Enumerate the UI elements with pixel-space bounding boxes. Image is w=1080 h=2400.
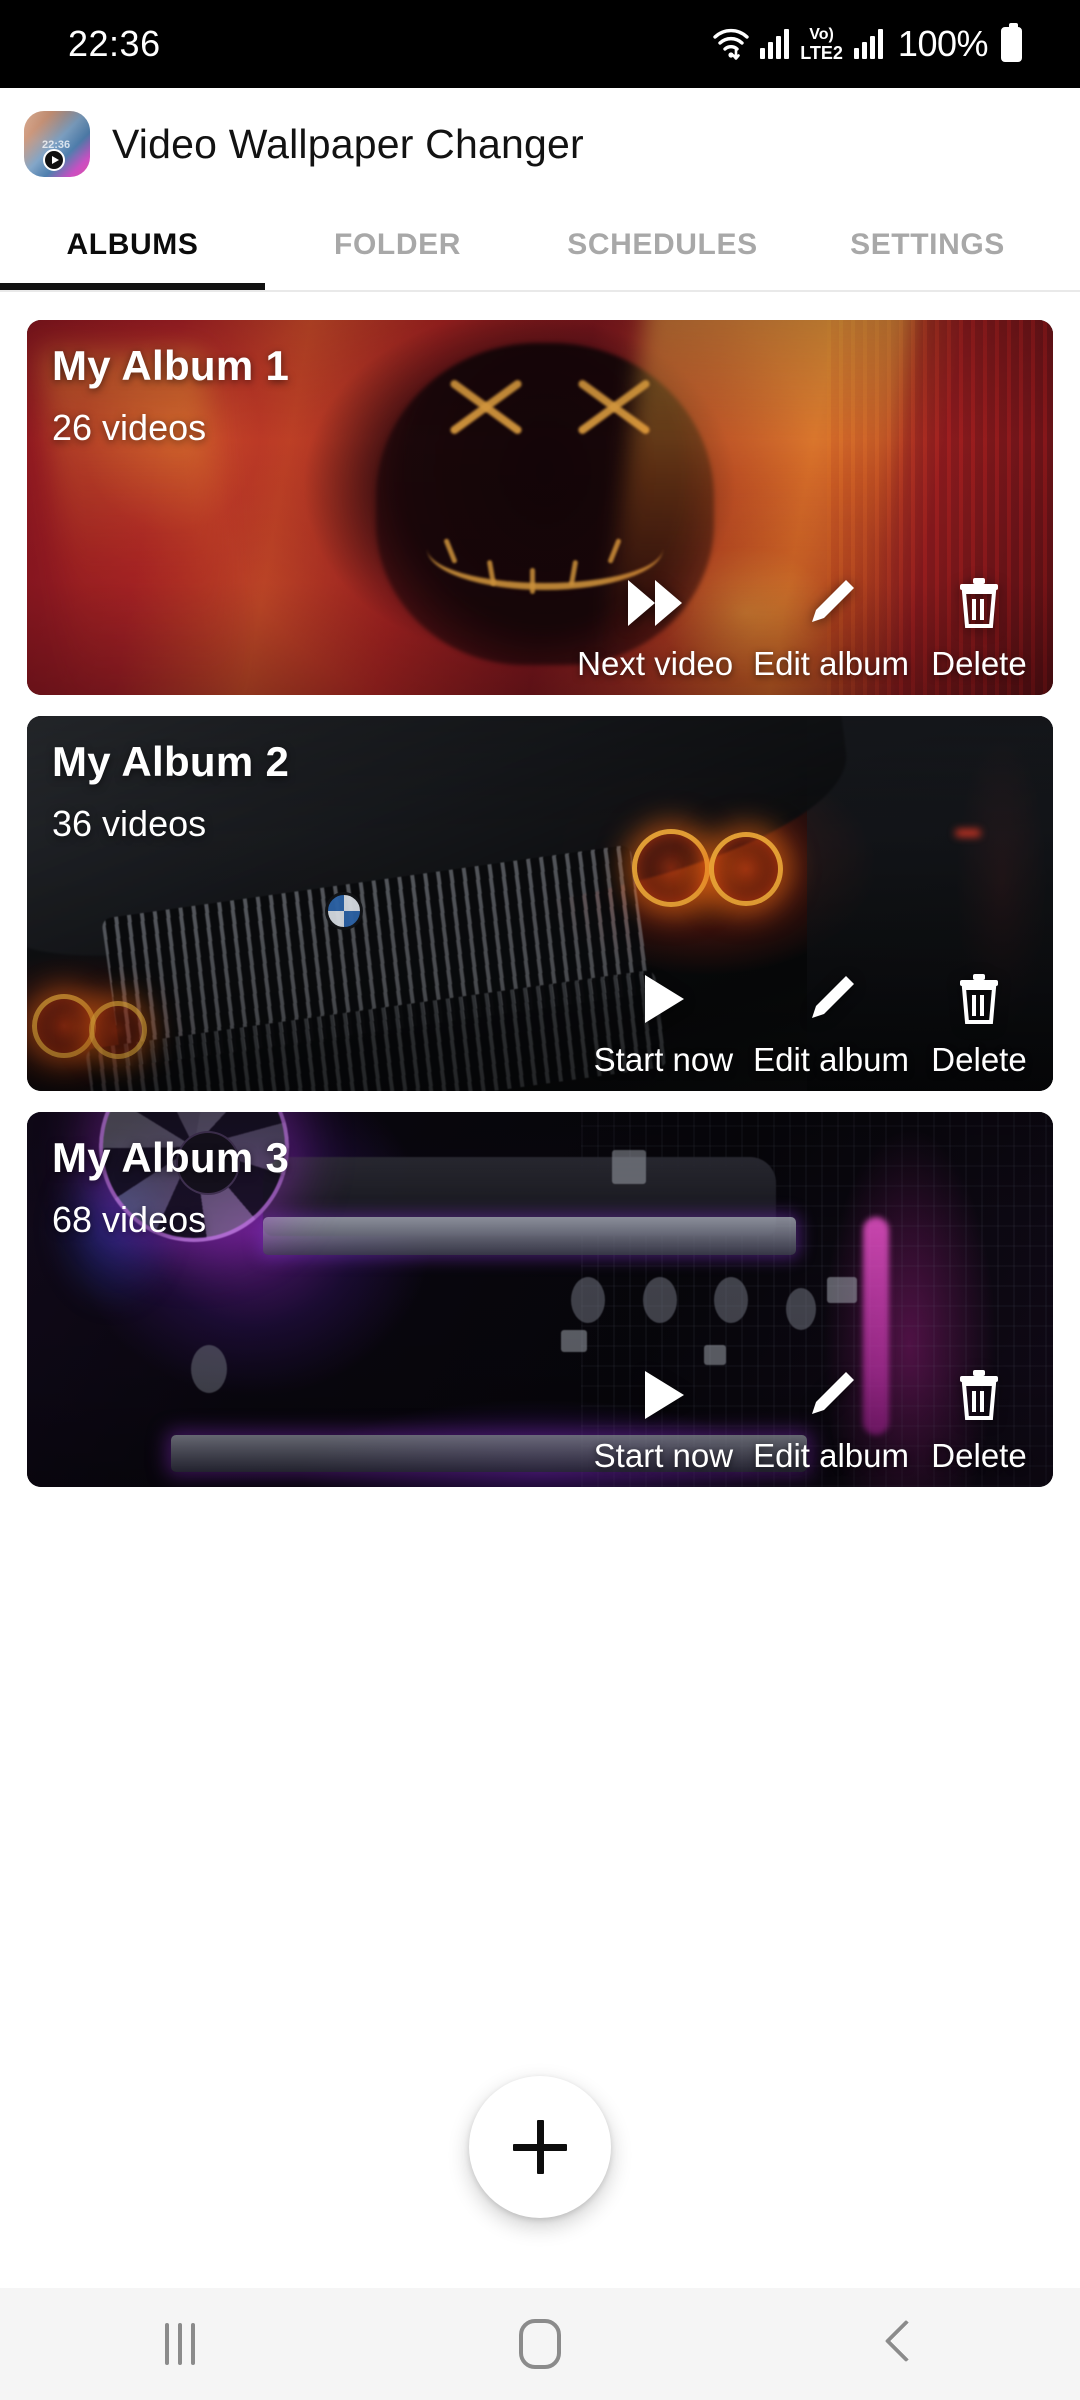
start-now-label: Start now [593,1041,734,1078]
edit-album-button[interactable]: Edit album [743,567,919,683]
delete-album-button[interactable]: Delete [919,963,1039,1079]
fast-forward-icon [624,567,686,639]
album-list: My Album 1 26 videos Next video Edit alb… [27,320,1053,1508]
edit-album-label: Edit album [753,1437,909,1474]
album-title: My Album 2 [52,738,290,785]
home-icon [519,2319,561,2369]
play-icon [632,963,694,1035]
album-card[interactable]: My Album 2 36 videos Start now Edit albu… [27,716,1053,1091]
start-now-label: Start now [593,1437,734,1474]
app-logo-icon: 22:36 [24,111,90,177]
album-video-count: 36 videos [52,803,207,844]
add-album-button[interactable] [469,2076,611,2218]
tab-settings[interactable]: SETTINGS [795,200,1060,290]
signal-bars-icon-secondary [853,29,883,59]
status-clock: 22:36 [68,23,161,64]
tab-albums[interactable]: ALBUMS [0,200,265,290]
album-actions: Next video Edit album Delete [567,567,1039,683]
album-actions: Start now Edit album Delete [584,1359,1039,1475]
edit-album-button[interactable]: Edit album [743,1359,919,1475]
recents-icon [165,2323,195,2365]
start-now-button[interactable]: Start now [584,1359,743,1475]
edit-album-label: Edit album [753,1041,909,1078]
nav-back-button[interactable] [720,2322,1080,2366]
next-video-label: Next video [577,645,734,682]
volte-top-label: Vo) [809,25,834,43]
next-video-button[interactable]: Next video [567,567,743,683]
album-title: My Album 1 [52,342,290,389]
delete-album-label: Delete [931,1041,1027,1078]
album-actions: Start now Edit album Delete [584,963,1039,1079]
start-now-button[interactable]: Start now [584,963,743,1079]
battery-icon [1001,22,1022,62]
trash-icon [951,567,1007,639]
nav-recents-button[interactable] [0,2323,360,2365]
volte-icon: Vo) LTE2 [800,25,843,63]
album-card[interactable]: My Album 1 26 videos Next video Edit alb… [27,320,1053,695]
delete-album-label: Delete [931,1437,1027,1474]
delete-album-label: Delete [931,645,1027,682]
tab-folder[interactable]: FOLDER [265,200,530,290]
trash-icon [951,1359,1007,1431]
edit-album-label: Edit album [753,645,909,682]
status-bar: 22:36 Vo) LTE2 100% [0,0,1080,88]
system-navigation-bar [0,2288,1080,2400]
page-title: Video Wallpaper Changer [112,120,584,167]
nav-home-button[interactable] [360,2319,720,2369]
album-card[interactable]: My Album 3 68 videos Start now Edit albu… [27,1112,1053,1487]
wifi-icon [711,24,751,64]
pencil-icon [802,567,860,639]
status-icons: Vo) LTE2 100% [711,22,1022,65]
tab-schedules[interactable]: SCHEDULES [530,200,795,290]
pencil-icon [802,963,860,1035]
delete-album-button[interactable]: Delete [919,1359,1039,1475]
volte-bottom-label: LTE2 [800,42,843,63]
album-title: My Album 3 [52,1134,290,1181]
edit-album-button[interactable]: Edit album [743,963,919,1079]
album-video-count: 68 videos [52,1199,207,1240]
back-icon [887,2322,913,2366]
delete-album-button[interactable]: Delete [919,567,1039,683]
signal-bars-icon [760,29,790,59]
plus-icon [513,2120,567,2174]
tab-bar: ALBUMS FOLDER SCHEDULES SETTINGS [0,200,1080,292]
battery-percent-label: 100% [897,23,989,64]
app-bar: 22:36 Video Wallpaper Changer [0,88,1080,200]
album-video-count: 26 videos [52,407,207,448]
play-icon [632,1359,694,1431]
trash-icon [951,963,1007,1035]
pencil-icon [802,1359,860,1431]
